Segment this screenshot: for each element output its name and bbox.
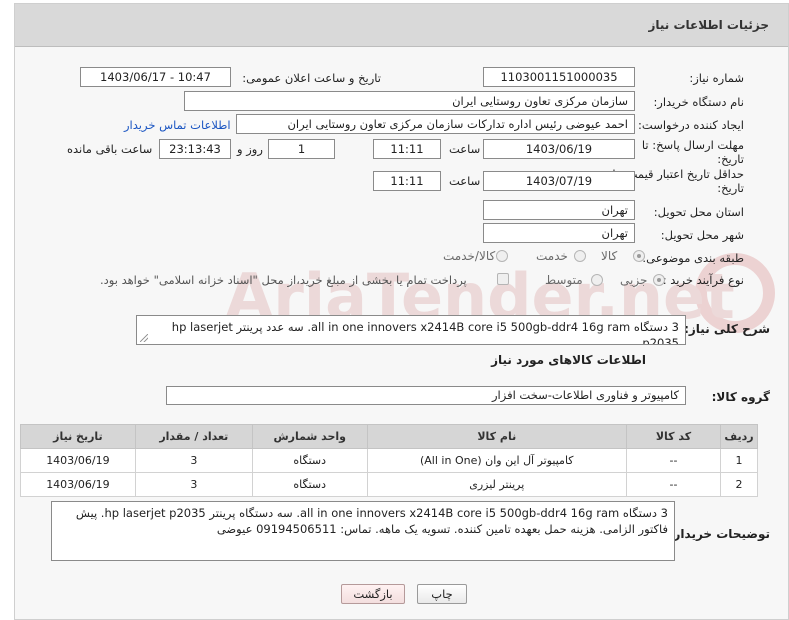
process-radio-small[interactable] [653, 274, 665, 286]
category-radio-goods-service[interactable] [496, 250, 508, 262]
page-title: جزئیات اطلاعات نیاز [648, 18, 769, 32]
province-label: استان محل تحویل: [653, 205, 744, 219]
remaining-days-label: روز و [237, 142, 263, 156]
resize-grip-icon[interactable] [140, 334, 148, 342]
buyer-notes-text: 3 دستگاه all in one innovers x2414B core… [75, 506, 668, 536]
category-option-service: خدمت [536, 249, 568, 263]
category-option-goods-service: کالا/خدمت [443, 249, 496, 263]
description-label: شرح کلی نیاز: [684, 322, 770, 336]
row-index: 2 [720, 472, 758, 497]
price-validity-date-field: 1403/07/19 [483, 171, 635, 191]
price-validity-time-label: ساعت [449, 174, 481, 188]
row-qty: 3 [134, 472, 253, 497]
col-name: نام کالا [366, 424, 627, 449]
table-row[interactable]: 1 -- کامپیوتر آل این وان (All in One) دس… [20, 448, 758, 473]
category-option-goods: کالا [601, 249, 618, 263]
row-qty: 3 [134, 448, 253, 473]
row-name: پرینتر لیزری [366, 472, 627, 497]
category-label: طبقه بندی موضوعی: [642, 251, 744, 265]
goods-table-header: ردیف کد کالا نام کالا واحد شمارش تعداد /… [20, 424, 758, 449]
city-label: شهر محل تحویل: [660, 228, 744, 242]
goods-section-title: اطلاعات کالاهای مورد نیاز [491, 353, 646, 367]
description-text: 3 دستگاه all in one innovers x2414B core… [171, 320, 679, 345]
treasury-payment-checkbox[interactable] [497, 273, 509, 285]
need-number-field: 1103001151000035 [483, 67, 635, 87]
col-code: کد کالا [625, 424, 722, 449]
process-option-small: جزیی [620, 273, 648, 287]
category-radio-goods[interactable] [633, 250, 645, 262]
price-validity-time-field: 11:11 [373, 171, 441, 191]
announce-datetime-label: تاریخ و ساعت اعلان عمومی: [242, 71, 381, 85]
deadline-label: مهلت ارسال پاسخ: تا [641, 138, 744, 152]
row-unit: دستگاه [251, 448, 368, 473]
treasury-payment-note: پرداخت تمام یا بخشی از مبلغ خرید،از محل … [100, 273, 467, 287]
price-validity-date-label: تاریخ: [717, 181, 744, 195]
row-unit: دستگاه [251, 472, 368, 497]
col-unit: واحد شمارش [251, 424, 368, 449]
category-radio-service[interactable] [574, 250, 586, 262]
col-date: تاریخ نیاز [20, 424, 136, 449]
requester-label: ایجاد کننده درخواست: [638, 118, 744, 132]
remaining-time-field: 23:13:43 [159, 139, 231, 159]
buyer-notes-label: توضیحات خریدار: [668, 527, 770, 541]
row-index: 1 [720, 448, 758, 473]
deadline-date-label: تاریخ: [717, 152, 744, 166]
remaining-days-field: 1 [268, 139, 335, 159]
col-index: ردیف [720, 424, 758, 449]
col-qty: تعداد / مقدار [134, 424, 253, 449]
back-button[interactable]: بازگشت [341, 584, 405, 604]
process-option-medium: متوسط [545, 273, 583, 287]
row-name: کامپیوتر آل این وان (All in One) [366, 448, 627, 473]
announce-datetime-field: 1403/06/17 - 10:47 [80, 67, 231, 87]
buyer-org-label: نام دستگاه خریدار: [653, 95, 744, 109]
goods-group-label: گروه کالا: [711, 390, 770, 404]
row-date: 1403/06/19 [20, 448, 136, 473]
row-code: -- [625, 448, 722, 473]
process-radio-medium[interactable] [591, 274, 603, 286]
goods-table: ردیف کد کالا نام کالا واحد شمارش تعداد /… [20, 424, 758, 497]
print-button[interactable]: چاپ [417, 584, 467, 604]
deadline-time-field: 11:11 [373, 139, 441, 159]
goods-group-field: کامپیوتر و فناوری اطلاعات-سخت افزار [166, 386, 686, 405]
deadline-time-label: ساعت [449, 142, 481, 156]
requester-field: احمد عیوضی رئیس اداره تدارکات سازمان مرک… [236, 114, 635, 134]
row-date: 1403/06/19 [20, 472, 136, 497]
province-field: تهران [483, 200, 635, 220]
panel-header: جزئیات اطلاعات نیاز [15, 4, 788, 47]
buyer-contact-link[interactable]: اطلاعات تماس خریدار [124, 118, 231, 132]
deadline-date-field: 1403/06/19 [483, 139, 635, 159]
need-number-label: شماره نیاز: [689, 71, 744, 85]
city-field: تهران [483, 223, 635, 243]
remaining-time-label: ساعت باقی مانده [67, 142, 153, 156]
process-type-label: نوع فرآیند خرید : [662, 273, 744, 287]
buyer-org-field: سازمان مرکزی تعاون روستایی ایران [184, 91, 635, 111]
description-textarea[interactable]: 3 دستگاه all in one innovers x2414B core… [136, 315, 686, 345]
row-code: -- [625, 472, 722, 497]
buyer-notes-textarea[interactable]: 3 دستگاه all in one innovers x2414B core… [51, 501, 675, 561]
table-row[interactable]: 2 -- پرینتر لیزری دستگاه 3 1403/06/19 [20, 472, 758, 497]
